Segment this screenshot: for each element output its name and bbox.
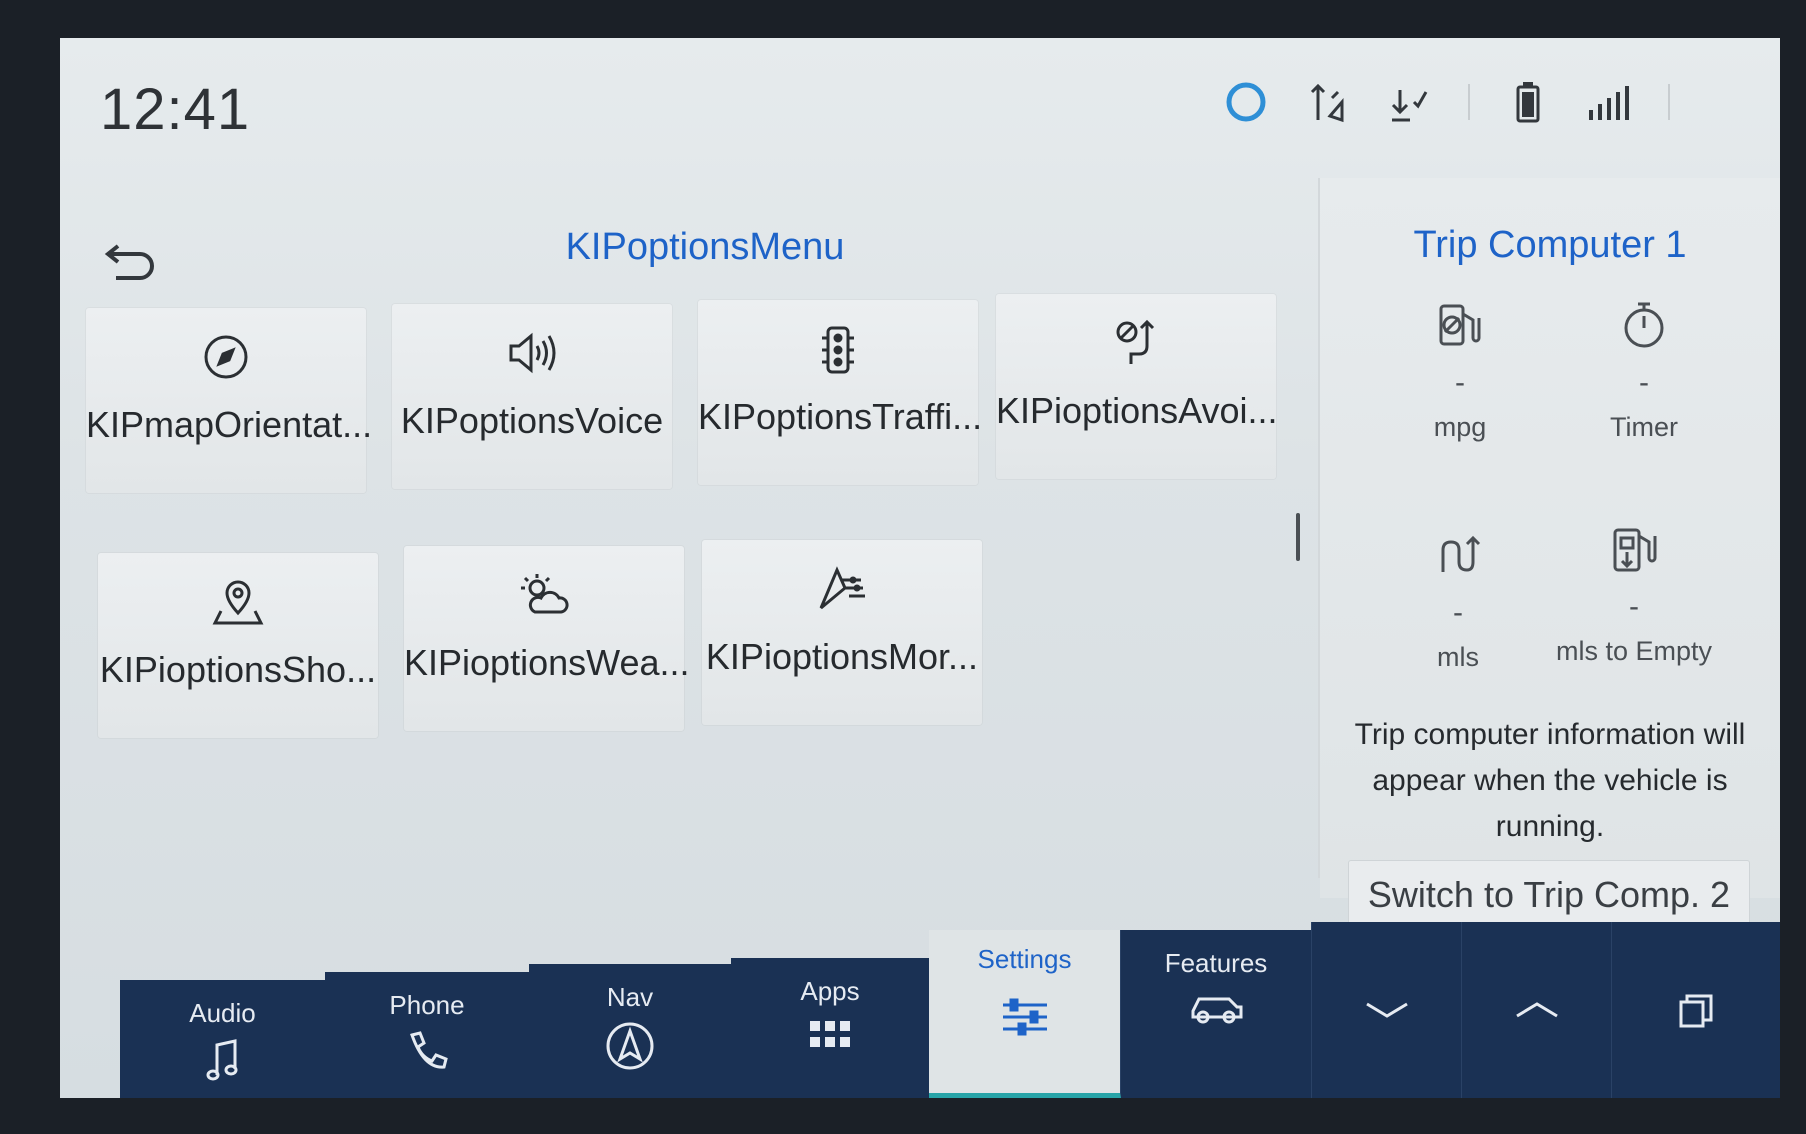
music-note-icon (206, 1039, 237, 1081)
chevron-down-icon (1366, 1002, 1408, 1018)
nav-nav[interactable]: Nav (529, 964, 732, 1098)
voice-assistant-ring-icon[interactable] (1222, 78, 1270, 126)
nav-label: Features (1164, 948, 1268, 978)
metric-miles-to-empty: - mls to Empty (1534, 522, 1734, 667)
metric-miles: - mls (1358, 528, 1558, 673)
trip-info-text: Trip computer information will appear wh… (1354, 718, 1746, 843)
metric-value: - (1629, 590, 1639, 623)
tile-label: KIPoptionsVoice (400, 400, 664, 441)
metric-unit: mls to Empty (1555, 636, 1713, 666)
tile-more[interactable]: KIPioptionsMor... (702, 540, 982, 725)
navigation-icon (606, 1022, 654, 1070)
map-pin-icon (212, 580, 264, 625)
tile-label: KIPioptionsAvoi... (996, 390, 1278, 431)
bottom-nav: Audio Phone Nav Apps Settings Features (120, 922, 1780, 1098)
nav-label: Nav (606, 982, 654, 1012)
windows-icon (1679, 994, 1712, 1028)
infotainment-screen: 12:41 KIPoptionsMenu KIPmapOrientat... K… (60, 38, 1780, 1098)
status-icons (1222, 78, 1670, 126)
nav-features[interactable]: Features (1121, 930, 1312, 1098)
scroll-handle[interactable] (1296, 513, 1300, 561)
avoid-route-icon (1116, 319, 1155, 364)
tile-avoid[interactable]: KIPioptionsAvoi... (996, 294, 1278, 479)
tile-traffic[interactable]: KIPoptionsTraffi... (698, 300, 983, 485)
tile-weather[interactable]: KIPioptionsWea... (404, 546, 690, 731)
apps-grid-icon (810, 1021, 850, 1047)
tile-label: KIPioptionsSho... (99, 649, 377, 690)
nav-label: Phone (389, 990, 465, 1020)
fuel-economy-icon (1439, 304, 1481, 346)
switch-trip-computer-button[interactable]: Switch to Trip Comp. 2 (1348, 860, 1750, 930)
sliders-icon (1002, 998, 1047, 1036)
phone-icon (410, 1031, 448, 1069)
stopwatch-icon (1624, 302, 1664, 348)
nav-audio[interactable]: Audio (120, 980, 326, 1098)
distance-icon (1441, 535, 1481, 572)
metric-value: - (1455, 366, 1465, 399)
download-check-icon (1386, 78, 1434, 126)
speaker-icon (509, 332, 556, 374)
status-bar: 12:41 (60, 38, 1780, 178)
trip-computer-pane: Trip Computer 1 - mpg - Timer - mls - ml… (1320, 178, 1780, 898)
page-title: KIPoptionsMenu (565, 226, 845, 268)
more-options-icon (819, 566, 865, 610)
nav-phone[interactable]: Phone (325, 972, 530, 1098)
scroll-up-button[interactable] (1461, 922, 1612, 1098)
weather-icon (521, 574, 569, 614)
nav-apps[interactable]: Apps (731, 958, 930, 1098)
options-menu-pane: KIPoptionsMenu KIPmapOrientat... KIPopti… (60, 178, 1318, 1038)
metric-mpg: - mpg (1360, 298, 1560, 443)
traffic-light-icon (822, 326, 854, 374)
trip-title: Trip Computer 1 (1413, 224, 1687, 266)
compass-icon (204, 335, 248, 379)
metric-unit: mpg (1433, 412, 1487, 442)
metric-timer: - Timer (1544, 298, 1744, 443)
tile-voice[interactable]: KIPoptionsVoice (392, 304, 672, 489)
tile-map-orientation[interactable]: KIPmapOrientat... (86, 308, 373, 493)
car-icon (1191, 997, 1243, 1024)
status-separator (1468, 84, 1470, 120)
tile-label: KIPioptionsMor... (705, 636, 979, 677)
status-separator (1668, 84, 1670, 120)
metric-value: - (1639, 366, 1649, 399)
fuel-range-icon (1613, 528, 1657, 572)
nav-label: Settings (977, 944, 1072, 974)
metric-unit: mls (1437, 642, 1479, 672)
tile-label: KIPioptionsWea... (404, 642, 690, 683)
signal-icon (1586, 78, 1634, 126)
scroll-down-button[interactable] (1311, 922, 1462, 1098)
chevron-up-icon (1516, 1002, 1558, 1018)
nav-label: Audio (189, 998, 256, 1028)
battery-icon (1504, 78, 1552, 126)
nav-label: Apps (800, 976, 860, 1006)
sync-arrows-icon (1304, 78, 1352, 126)
metric-unit: Timer (1610, 412, 1678, 442)
window-switch-button[interactable] (1611, 922, 1780, 1098)
tile-show[interactable]: KIPioptionsSho... (98, 553, 378, 738)
clock: 12:41 (100, 77, 251, 142)
tile-label: KIPmapOrientat... (86, 404, 373, 445)
nav-settings[interactable]: Settings (929, 930, 1121, 1098)
tile-label: KIPoptionsTraffi... (698, 396, 983, 437)
metric-value: - (1453, 596, 1463, 629)
